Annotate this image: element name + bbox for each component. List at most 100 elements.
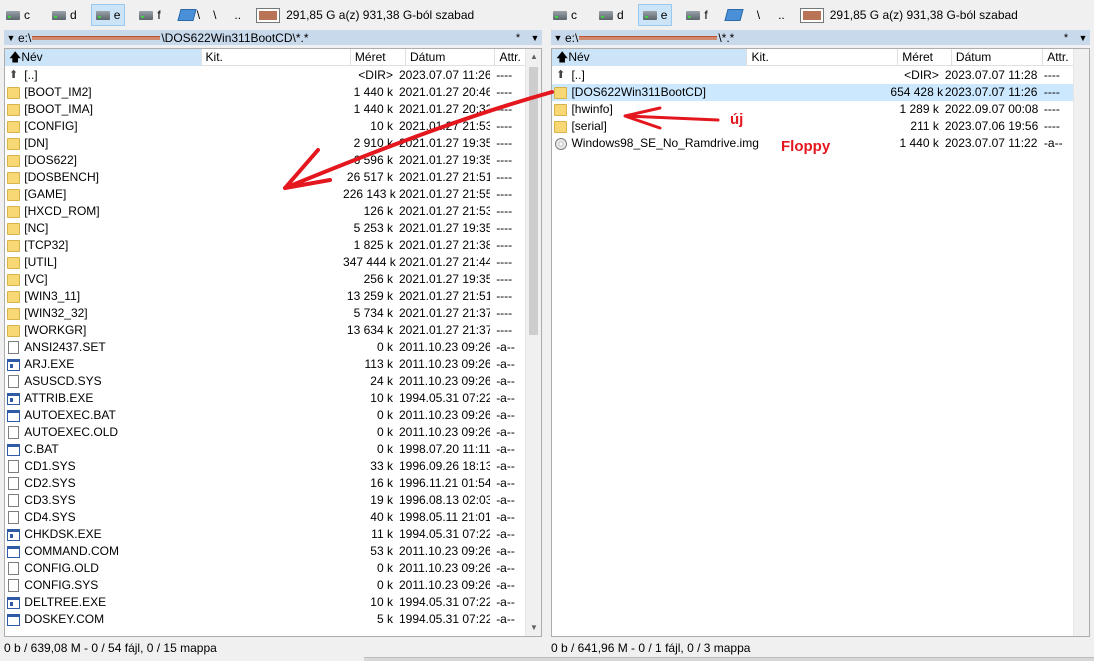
table-row[interactable]: CONFIG.OLD 0 k 2011.10.23 09:26 -a-- xyxy=(5,560,525,577)
file-list[interactable]: 🡅Név Kit. Méret Dátum Attr. ⬆ [..] <DIR> 20… xyxy=(551,48,1090,637)
table-row[interactable]: AUTOEXEC.OLD 0 k 2011.10.23 09:26 -a-- xyxy=(5,424,525,441)
table-row[interactable]: AUTOEXEC.BAT 0 k 2011.10.23 09:26 -a-- xyxy=(5,407,525,424)
history-dropdown-icon[interactable]: ▼ xyxy=(4,33,18,43)
column-date[interactable]: Dátum xyxy=(952,49,1044,66)
row-attr: -a-- xyxy=(496,544,515,558)
table-row[interactable]: [DOSBENCH] 26 517 k 2021.01.27 21:51 ---- xyxy=(5,169,525,186)
table-row[interactable]: CONFIG.SYS 0 k 2011.10.23 09:26 -a-- xyxy=(5,577,525,594)
history-dropdown-icon[interactable]: ▼ xyxy=(551,33,565,43)
parent-dir-button[interactable]: .. xyxy=(769,8,794,22)
table-row[interactable]: ⬆ [..] <DIR> 2023.07.07 11:26 ---- xyxy=(5,67,525,84)
table-row[interactable]: [VC] 256 k 2021.01.27 19:35 ---- xyxy=(5,271,525,288)
table-row[interactable]: CD2.SYS 16 k 1996.11.21 01:54 -a-- xyxy=(5,475,525,492)
table-row[interactable]: [hwinfo] 1 289 k 2022.09.07 00:08 ---- xyxy=(552,101,1073,118)
root-button[interactable]: \ xyxy=(204,8,225,22)
table-row[interactable]: [WORKGR] 13 634 k 2021.01.27 21:37 ---- xyxy=(5,322,525,339)
table-row[interactable]: [TCP32] 1 825 k 2021.01.27 21:38 ---- xyxy=(5,237,525,254)
table-row[interactable]: [DOS622] 6 596 k 2021.01.27 19:35 ---- xyxy=(5,152,525,169)
table-row[interactable]: ANSI2437.SET 0 k 2011.10.23 09:26 -a-- xyxy=(5,339,525,356)
table-row[interactable]: [NC] 5 253 k 2021.01.27 19:35 ---- xyxy=(5,220,525,237)
drive-f-button[interactable]: f xyxy=(682,4,711,26)
parent-dir-button[interactable]: .. xyxy=(225,8,250,22)
file-list[interactable]: 🡅Név Kit. Méret Dátum Attr. ⬆ [..] <DIR> 20… xyxy=(4,48,542,637)
drive-e-button[interactable]: e xyxy=(90,4,126,26)
scroll-up-icon[interactable]: ▲ xyxy=(526,49,541,65)
drive-f-button[interactable]: f xyxy=(135,4,164,26)
filter-button[interactable]: * xyxy=(1056,32,1076,44)
scroll-down-icon[interactable]: ▼ xyxy=(526,620,541,636)
row-icon-cell xyxy=(5,84,22,101)
root-button[interactable]: \ xyxy=(748,8,769,22)
row-size: 0 k xyxy=(376,442,393,456)
table-row[interactable]: COMMAND.COM 53 k 2011.10.23 09:26 -a-- xyxy=(5,543,525,560)
executable-icon xyxy=(7,443,21,456)
table-row[interactable]: C.BAT 0 k 1998.07.20 11:11 -a-- xyxy=(5,441,525,458)
table-row[interactable]: [CONFIG] 10 k 2021.01.27 21:53 ---- xyxy=(5,118,525,135)
drive-select-combo[interactable] xyxy=(256,7,281,23)
table-row[interactable]: DELTREE.EXE 10 k 1994.05.31 07:22 -a-- xyxy=(5,594,525,611)
table-row[interactable]: [BOOT_IMA] 1 440 k 2021.01.27 20:32 ---- xyxy=(5,101,525,118)
column-name[interactable]: 🡅Név xyxy=(552,49,748,66)
row-name: CD3.SYS xyxy=(24,493,76,507)
table-row[interactable]: CHKDSK.EXE 11 k 1994.05.31 07:22 -a-- xyxy=(5,526,525,543)
column-ext[interactable]: Kit. xyxy=(747,49,899,66)
table-row[interactable]: [WIN3_11] 13 259 k 2021.01.27 21:51 ---- xyxy=(5,288,525,305)
row-attr: ---- xyxy=(496,85,513,99)
table-row[interactable]: [DOS622Win311BootCD] 654 428 k 2023.07.07 … xyxy=(552,84,1073,101)
row-name: [..] xyxy=(24,68,38,82)
drive-label: d xyxy=(617,8,624,22)
table-row[interactable]: DOSKEY.COM 5 k 1994.05.31 07:22 -a-- xyxy=(5,611,525,628)
column-name[interactable]: 🡅Név xyxy=(5,49,202,66)
drive-select-combo[interactable] xyxy=(799,7,824,23)
network-drive-button[interactable]: \ xyxy=(175,4,204,26)
vertical-scrollbar[interactable]: ▲ ▼ xyxy=(525,49,541,636)
row-size: 1 440 k xyxy=(353,102,393,116)
row-size: 1 440 k xyxy=(353,85,393,99)
folder-icon xyxy=(7,290,21,303)
drive-d-button[interactable]: d xyxy=(48,4,81,26)
drive-c-button[interactable]: c xyxy=(549,4,581,26)
column-size[interactable]: Méret xyxy=(351,49,406,66)
row-name: [BOOT_IM2] xyxy=(24,85,92,99)
row-date: 2021.01.27 19:35 xyxy=(398,221,491,235)
table-row[interactable]: [WIN32_32] 5 734 k 2021.01.27 21:37 ---- xyxy=(5,305,525,322)
column-attr[interactable]: Attr. xyxy=(1043,49,1073,66)
table-row[interactable]: CD3.SYS 19 k 1996.08.13 02:03 -a-- xyxy=(5,492,525,509)
network-drive-button[interactable] xyxy=(722,4,748,26)
row-attr: ---- xyxy=(496,221,513,235)
table-row[interactable]: ASUSCD.SYS 24 k 2011.10.23 09:26 -a-- xyxy=(5,373,525,390)
table-row[interactable]: ⬆ [..] <DIR> 2023.07.07 11:28 ---- xyxy=(552,67,1073,84)
vertical-scrollbar[interactable] xyxy=(1073,49,1089,636)
row-icon-cell xyxy=(5,101,22,118)
hotlist-dropdown-icon[interactable]: ▼ xyxy=(1076,33,1090,43)
table-row[interactable]: [BOOT_IM2] 1 440 k 2021.01.27 20:46 ---- xyxy=(5,84,525,101)
column-ext[interactable]: Kit. xyxy=(202,49,351,66)
table-row[interactable]: ARJ.EXE 113 k 2011.10.23 09:26 -a-- xyxy=(5,356,525,373)
table-row[interactable]: CD4.SYS 40 k 1998.05.11 21:01 -a-- xyxy=(5,509,525,526)
table-row[interactable]: [HXCD_ROM] 126 k 2021.01.27 21:53 ---- xyxy=(5,203,525,220)
column-date[interactable]: Dátum xyxy=(406,49,496,66)
table-row[interactable]: ATTRIB.EXE 10 k 1994.05.31 07:22 -a-- xyxy=(5,390,525,407)
path-bar[interactable]: ▼ e:\ \*.* * ▼ xyxy=(551,30,1090,45)
hotlist-dropdown-icon[interactable]: ▼ xyxy=(528,33,542,43)
column-size[interactable]: Méret xyxy=(898,49,952,66)
free-space-label: 291,85 G a(z) 931,38 G-ból szabad xyxy=(286,8,475,22)
scroll-thumb[interactable] xyxy=(529,67,538,335)
row-size: 10 k xyxy=(370,595,393,609)
row-date: 2021.01.27 19:35 xyxy=(398,272,491,286)
drive-c-button[interactable]: c xyxy=(2,4,34,26)
table-row[interactable]: [UTIL] 347 444 k 2021.01.27 21:44 ---- xyxy=(5,254,525,271)
path-bar[interactable]: ▼ e:\ \DOS622Win311BootCD\*.* * ▼ xyxy=(4,30,542,45)
status-bar: 0 b / 639,08 M - 0 / 54 fájl, 0 / 15 map… xyxy=(4,641,217,655)
row-size: 1 825 k xyxy=(353,238,393,252)
file-icon xyxy=(8,562,20,575)
table-row[interactable]: [DN] 2 910 k 2021.01.27 19:35 ---- xyxy=(5,135,525,152)
table-row[interactable]: [serial] 211 k 2023.07.06 19:56 ---- xyxy=(552,118,1073,135)
filter-button[interactable]: * xyxy=(508,32,528,44)
table-row[interactable]: [GAME] 226 143 k 2021.01.27 21:55 ---- xyxy=(5,186,525,203)
table-row[interactable]: CD1.SYS 33 k 1996.09.26 18:13 -a-- xyxy=(5,458,525,475)
row-name: [DN] xyxy=(24,136,49,150)
drive-d-button[interactable]: d xyxy=(595,4,628,26)
column-attr[interactable]: Attr. xyxy=(495,49,525,66)
drive-e-button[interactable]: e xyxy=(637,4,673,26)
